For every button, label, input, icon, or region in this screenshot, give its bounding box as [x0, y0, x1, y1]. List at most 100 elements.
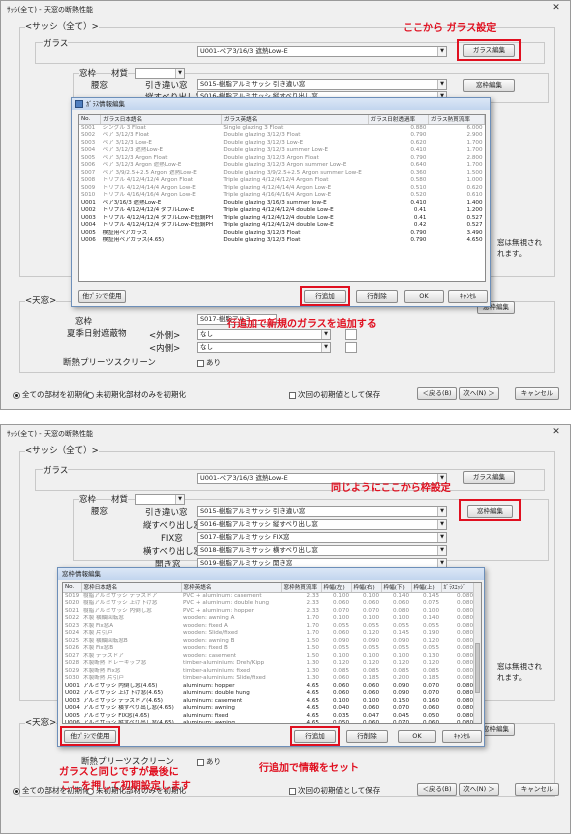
vertical-scrollbar[interactable] — [473, 583, 481, 723]
column-header[interactable]: 枠幅(左) — [321, 583, 352, 593]
column-header[interactable]: 窓枠日本語名 — [81, 583, 182, 593]
table-row[interactable]: S006 ペア 3/12/3 Argon 遮熱Low-E Double glazin… — [79, 162, 485, 170]
material-select[interactable]: ▼ — [135, 68, 185, 79]
table-row[interactable]: S025 木製 横軸回転窓B wooden: awning B 1.50 0.090 0.… — [63, 638, 475, 646]
fix-select[interactable]: S017-樹脂アルミサッシ FIX窓 ▼ — [197, 532, 447, 543]
table-row[interactable]: S010 トリプル 4/16/4/16/4 Argon Low-E Triple g… — [79, 192, 485, 200]
close-icon[interactable]: ✕ — [548, 3, 564, 15]
back-button[interactable]: ＜戻る(B) — [417, 783, 457, 796]
table-row[interactable]: U005 アルミサッシ FIX窓(4.65) aluminum: fixed 4.65… — [63, 713, 475, 721]
radio-init-unset[interactable]: 未初期化部材のみを初期化 — [87, 389, 186, 400]
table-row[interactable]: S030 木製断熱 片引戸 timber-aluminium: Slide/fixe… — [63, 675, 475, 683]
column-header[interactable]: 窓枠英語名 — [181, 583, 282, 593]
table-cell: U005 — [65, 712, 80, 719]
table-row[interactable]: S019 樹脂アルミサッシ テラスドア PVC + aluminum: caseme… — [63, 592, 475, 600]
table-row[interactable]: U006 検証用ペアガラス(4.65) Double glazing 3/12/3 … — [79, 237, 485, 245]
table-row[interactable]: U004 アルミサッシ 横すべり出し窓(4.65) aluminum: awning… — [63, 705, 475, 713]
table-row[interactable]: S005 ペア 3/12/3 Argon Float Double glazing … — [79, 155, 485, 163]
table-cell: 1.70 — [306, 615, 319, 621]
table-row[interactable]: U005 検証用ペアガラス Double glazing 3/12/3 Float 0… — [79, 230, 485, 238]
table-row[interactable]: S007 ペア 3/9/2.5+2.5 Argon 遮熱Low-E Double g… — [79, 170, 485, 178]
column-header[interactable]: 窓枠熱貫流率 — [281, 583, 322, 593]
close-icon[interactable]: ✕ — [548, 427, 564, 439]
chevron-down-icon: ▼ — [437, 47, 446, 56]
pleats-checkbox[interactable]: あり — [197, 756, 221, 767]
yokosuberi-select[interactable]: S018-樹脂アルミサッシ 横すべり出し窓 ▼ — [197, 545, 447, 556]
column-header[interactable]: ガラス英語名 — [221, 115, 369, 125]
column-header[interactable]: No. — [63, 583, 82, 593]
table-row[interactable]: S024 木製 片引戸 wooden: Slide/fixed 1.70 0.060 0.… — [63, 630, 475, 638]
table-row[interactable]: S009 トリプル 4/12/4/14/4 Argon Low-E Triple g… — [79, 185, 485, 193]
ok-button[interactable]: OK — [398, 730, 436, 743]
back-button[interactable]: ＜戻る(B) — [417, 387, 457, 400]
table-row[interactable]: U002 トリプル 4/12/4/12/4 ダブルLow-E Triple glaz… — [79, 207, 485, 215]
table-row[interactable]: S027 木製 テラスドア wooden: casement 1.50 0.100 0.1… — [63, 653, 475, 661]
outer-value-box[interactable] — [345, 329, 357, 340]
inner-select[interactable]: なし ▼ — [197, 342, 331, 353]
table-row[interactable]: S023 木製 Fix窓A wooden: fixed A 1.70 0.055 0.05… — [63, 623, 475, 631]
table-row[interactable]: U004 トリプル 4/12/4/12/4 ダブルLow-E低鋼PH Triple … — [79, 222, 485, 230]
column-header[interactable]: ガラス日射透過率 — [368, 115, 429, 125]
column-header[interactable]: 枠幅(上) — [411, 583, 442, 593]
table-row[interactable]: S001 シングル 3 Float Single glazing 3 Float 0.… — [79, 124, 485, 132]
table-row[interactable]: U003 アルミサッシ テラスドア(4.65) aluminum: casement… — [63, 698, 475, 706]
dialog-cancel-button[interactable]: ｷｬﾝｾﾙ — [442, 730, 482, 743]
column-header[interactable]: No. — [79, 115, 102, 125]
table-row[interactable]: S003 ペア 3/12/3 Low-E Double glazing 3/12/3… — [79, 140, 485, 148]
table-row[interactable]: S021 樹脂アルミサッシ 内倒し窓 PVC + aluminum: hopper 2… — [63, 608, 475, 616]
column-header[interactable]: ガラス熱貫流率 — [428, 115, 485, 125]
glass-edit-button[interactable]: ガラス編集 — [463, 471, 515, 484]
table-cell: S024 — [65, 630, 80, 636]
next-button[interactable]: 次へ(N) ＞ — [459, 783, 499, 796]
radio-init-all[interactable]: 全ての部材を初期化 — [13, 389, 90, 400]
table-row[interactable]: U003 トリプル 4/12/4/12/4 ダブルLow-E低鋼PH Triple … — [79, 215, 485, 223]
hikichigai-select[interactable]: S015-樹脂アルミサッシ 引き違い窓 ▼ — [197, 506, 447, 517]
column-header[interactable]: 枠幅(右) — [351, 583, 382, 593]
next-button[interactable]: 次へ(N) ＞ — [459, 387, 499, 400]
glass-table[interactable]: No. ガラス日本語名 ガラス英語名 ガラス日射透過率 ガラス熱貫流率 S001 シングル… — [78, 114, 486, 282]
cancel-button[interactable]: キャンセル — [515, 783, 559, 796]
material-select[interactable]: ▼ — [135, 494, 185, 505]
table-cell: U006 — [81, 237, 96, 243]
table-cell: 0.060 — [332, 630, 349, 636]
save-default-checkbox[interactable]: 次回の初期値として保存 — [289, 389, 380, 400]
tatesuberi-select[interactable]: S016-樹脂アルミサッシ 縦すべり出し窓 ▼ — [197, 519, 447, 530]
table-row[interactable]: S028 木製断熱 ドレーキップ窓 timber-aluminium: Dreh/K… — [63, 660, 475, 668]
table-row[interactable]: S022 木製 横軸回転窓 wooden: awning A 1.70 0.100 0.1… — [63, 615, 475, 623]
table-row[interactable]: U001 アルミサッシ 内倒し窓(4.65) aluminum: hopper 4.6… — [63, 683, 475, 691]
table-row[interactable]: S004 ペア 3/12/3 遮熱Low-E Double glazing 3/12… — [79, 147, 485, 155]
use-other-plan-button[interactable]: 他ﾌﾟﾗﾝで使用 — [78, 290, 126, 303]
pleats-checkbox[interactable]: あり — [197, 357, 221, 368]
cancel-button[interactable]: キャンセル — [515, 387, 559, 400]
column-header[interactable]: ｶﾞﾗｽｴｯｼﾞ — [441, 583, 476, 593]
save-default-checkbox[interactable]: 次回の初期値として保存 — [289, 785, 380, 796]
delete-row-button[interactable]: 行削除 — [346, 730, 388, 743]
table-row[interactable]: S008 トリプル 4/12/4/12/4 Argon Float Triple g… — [79, 177, 485, 185]
frame-table[interactable]: No. 窓枠日本語名 窓枠英語名 窓枠熱貫流率 枠幅(左) 枠幅(右) 枠幅(下) 枠幅(上)… — [62, 582, 482, 724]
table-row[interactable]: U002 アルミサッシ 上げ下げ窓(4.65) aluminum: double h… — [63, 690, 475, 698]
pleats-label: 断熱プリーツスクリーン — [63, 358, 156, 368]
table-row[interactable]: S026 木製 Fix窓B wooden: fixed B 1.50 0.055 0.05… — [63, 645, 475, 653]
table-icon — [75, 100, 83, 108]
frame-edit-button[interactable]: 窓枠編集 — [463, 79, 515, 92]
inner-value-box[interactable] — [345, 342, 357, 353]
table-cell: Double glazing 3/12/3 summer Low-E — [223, 147, 329, 153]
ok-button[interactable]: OK — [404, 290, 444, 303]
column-header[interactable]: 枠幅(下) — [381, 583, 412, 593]
table-cell: Double glazing 3/12/3 Argon Float — [223, 154, 319, 161]
table-row[interactable]: S029 木製断熱 Fix窓 timber-aluminium: fixed 1.30… — [63, 668, 475, 676]
dialog-cancel-button[interactable]: ｷｬﾝｾﾙ — [448, 290, 488, 303]
table-cell: Double glazing 3/12/3 Float — [223, 237, 301, 243]
material-label: 材質 — [111, 493, 129, 505]
column-header[interactable]: ガラス日本語名 — [100, 115, 222, 125]
table-row[interactable]: U001 ペア3/16/3 遮熱Low-E Double glazing 3/16/… — [79, 200, 485, 208]
table-cell: ペア 3/12/3 Argon Float — [102, 154, 168, 161]
hikichigai-select[interactable]: S015-樹脂アルミサッシ 引き違い窓 ▼ — [197, 79, 447, 90]
table-row[interactable]: U006 アルミサッシ 縦すべり出し窓(4.65) aluminum: awning… — [63, 720, 475, 723]
glass-select[interactable]: U001-ペア3/16/3 遮熱Low-E ▼ — [197, 46, 447, 57]
outer-select[interactable]: なし ▼ — [197, 329, 331, 340]
table-cell: 0.100 — [392, 615, 409, 621]
table-row[interactable]: S002 ペア 3/12/3 Float Double glazing 3/12/3… — [79, 132, 485, 140]
delete-row-button[interactable]: 行削除 — [356, 290, 398, 303]
table-row[interactable]: S020 樹脂アルミサッシ 上げ下げ窓 PVC + aluminum: double… — [63, 600, 475, 608]
